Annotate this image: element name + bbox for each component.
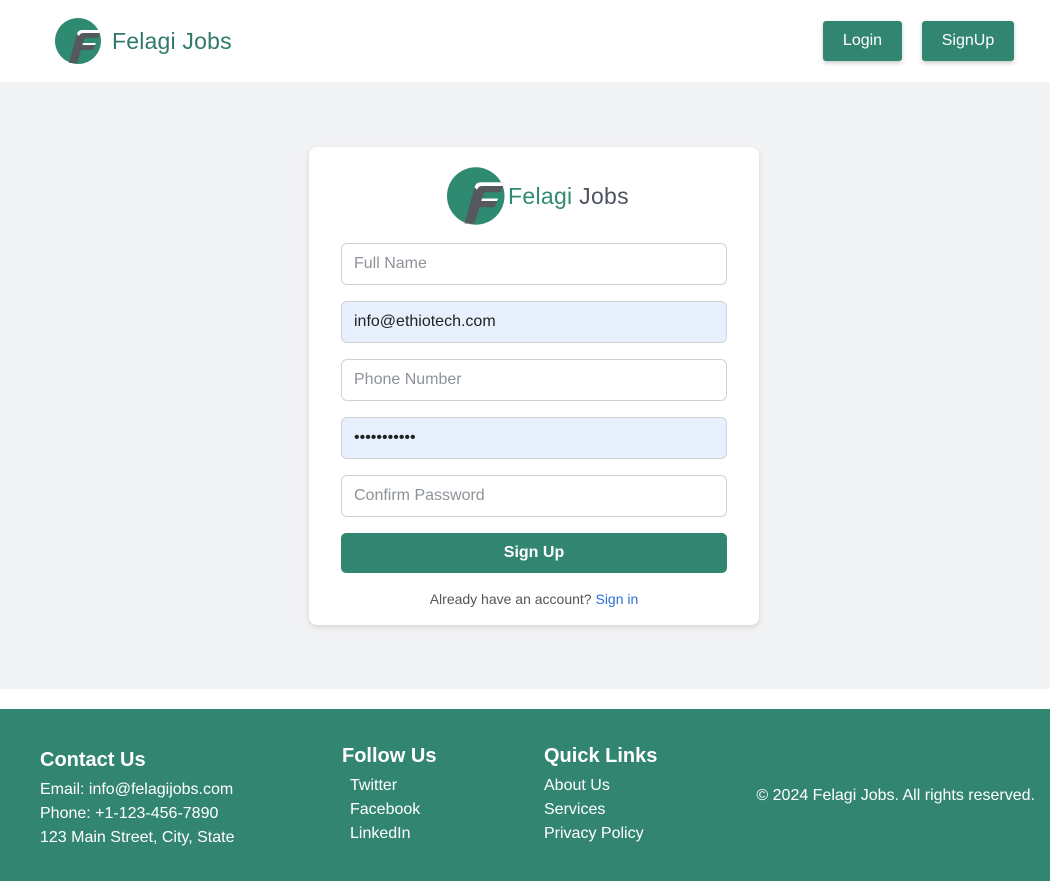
signup-nav-button[interactable]: SignUp (922, 21, 1014, 61)
copyright-text: © 2024 Felagi Jobs. All rights reserved. (756, 787, 1035, 804)
footer-quick-links-section: Quick Links About Us Services Privacy Po… (544, 745, 657, 846)
contact-email: Email: info@felagijobs.com (40, 781, 234, 798)
contact-address: 123 Main Street, City, State (40, 829, 235, 846)
footer-contact-section: Contact Us Email: info@felagijobs.com Ph… (40, 749, 234, 850)
card-brand-name: Felagi Jobs (508, 183, 629, 210)
privacy-policy-link[interactable]: Privacy Policy (544, 822, 657, 846)
footer-spacer (0, 689, 1050, 709)
card-brand: Felagi Jobs (447, 166, 629, 226)
sign-in-link[interactable]: Sign in (595, 591, 638, 607)
signin-prompt-row: Already have an account? Sign in (309, 591, 759, 607)
footer-follow-section: Follow Us Twitter Facebook LinkedIn (342, 745, 436, 846)
contact-phone: Phone: +1-123-456-7890 (40, 805, 219, 822)
follow-title: Follow Us (342, 745, 437, 767)
password-input[interactable] (341, 417, 727, 459)
signup-card: Felagi Jobs Sign Up Already have an acco… (309, 147, 759, 625)
signin-prompt-text: Already have an account? (429, 591, 592, 607)
brand-name: Felagi Jobs (112, 27, 232, 54)
contact-title: Contact Us (40, 749, 146, 771)
phone-number-input[interactable] (341, 359, 727, 401)
felagi-logo-icon (447, 167, 505, 225)
twitter-link[interactable]: Twitter (342, 774, 436, 798)
felagi-logo-icon (55, 18, 101, 64)
about-us-link[interactable]: About Us (544, 774, 657, 798)
quick-links-title: Quick Links (544, 745, 658, 767)
facebook-link[interactable]: Facebook (342, 798, 436, 822)
confirm-password-input[interactable] (341, 475, 727, 517)
linkedin-link[interactable]: LinkedIn (342, 822, 436, 846)
brand-name-second: Jobs (572, 182, 629, 209)
top-navbar: Felagi Jobs Login SignUp (0, 0, 1050, 82)
sign-up-button[interactable]: Sign Up (341, 533, 727, 573)
brand-name-first: Felagi (508, 182, 573, 209)
services-link[interactable]: Services (544, 798, 657, 822)
email-input[interactable] (341, 301, 727, 343)
login-button[interactable]: Login (823, 21, 902, 61)
full-name-input[interactable] (341, 243, 727, 285)
brand-home-link[interactable]: Felagi Jobs (55, 17, 232, 65)
footer: Contact Us Email: info@felagijobs.com Ph… (0, 709, 1050, 881)
